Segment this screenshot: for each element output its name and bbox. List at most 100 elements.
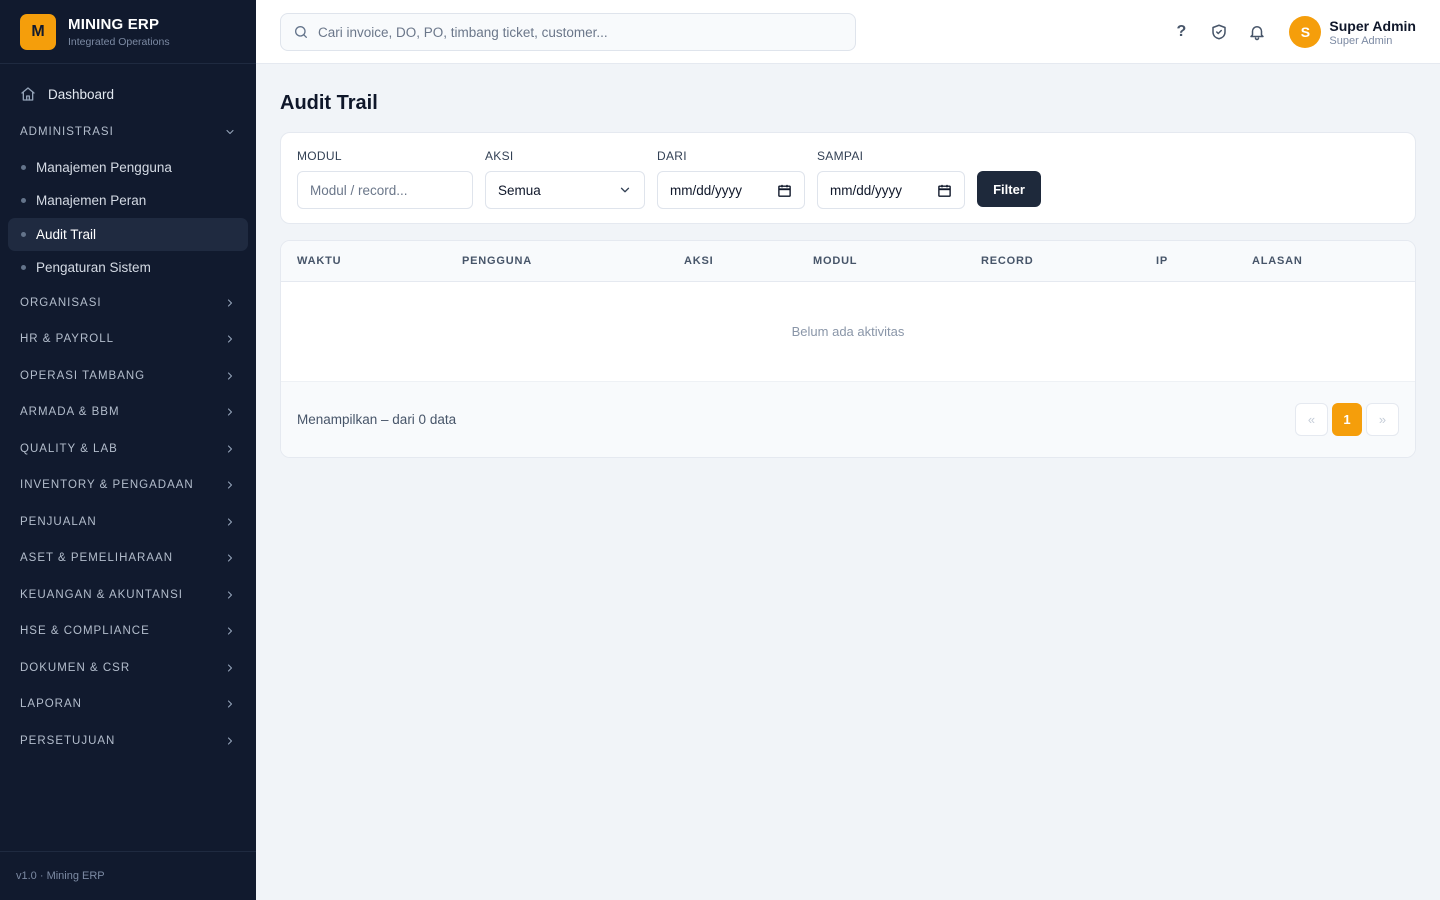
dari-date-value: mm/dd/yyyy — [670, 182, 743, 198]
user-menu[interactable]: Super Admin Super Admin — [1329, 18, 1416, 47]
chevron-right-icon — [227, 554, 233, 562]
table-header: WAKTU PENGGUNA AKSI MODUL RECORD IP ALAS… — [281, 241, 1415, 282]
avatar[interactable]: S — [1289, 16, 1322, 48]
sidebar-section-label: PERSETUJUAN — [20, 734, 116, 747]
pagination-summary: Menampilkan – dari 0 data — [297, 412, 457, 427]
column-header-waktu[interactable]: WAKTU — [297, 241, 341, 282]
chevron-right-icon — [227, 372, 233, 380]
modul-input-placeholder: Modul / record... — [310, 182, 408, 198]
sidebar-item-manajemen-pengguna[interactable]: Manajemen Pengguna — [8, 151, 248, 185]
sidebar-section-armada-bbm[interactable]: ARMADA & BBM — [8, 394, 248, 431]
security-button[interactable] — [1207, 20, 1231, 44]
page-title: Audit Trail — [280, 92, 378, 114]
chevron-right-icon — [227, 445, 233, 453]
brand[interactable]: M MINING ERP Integrated Operations — [0, 0, 256, 64]
sidebar-nav: Dashboard ADMINISTRASI Manajemen Penggun… — [0, 64, 256, 759]
filter-aksi-label: AKSI — [485, 149, 514, 163]
chevron-down-icon — [226, 130, 234, 135]
column-header-modul[interactable]: MODUL — [813, 241, 857, 282]
chevron-right-icon — [227, 591, 233, 599]
sidebar-section-administrasi[interactable]: ADMINISTRASI — [8, 114, 248, 151]
sidebar-section-label: INVENTORY & PENGADAAN — [20, 479, 194, 492]
sidebar: M MINING ERP Integrated Operations Dashb… — [0, 0, 256, 900]
search-box[interactable] — [280, 13, 856, 51]
aksi-select[interactable]: Semua — [485, 171, 645, 209]
aksi-select-value: Semua — [498, 182, 541, 198]
prev-page-button[interactable]: « — [1295, 403, 1328, 436]
filter-modul-label: MODUL — [297, 149, 342, 163]
sidebar-section-label: QUALITY & LAB — [20, 442, 118, 455]
sidebar-section-label: HSE & COMPLIANCE — [20, 625, 150, 638]
sampai-date-input[interactable]: mm/dd/yyyy — [817, 171, 965, 209]
filter-sampai-label: SAMPAI — [817, 149, 864, 163]
pagination: « 1 » — [1291, 403, 1399, 436]
sidebar-section-label: OPERASI TAMBANG — [20, 369, 146, 382]
column-header-pengguna[interactable]: PENGGUNA — [462, 241, 532, 282]
brand-title: MINING ERP — [68, 15, 160, 33]
brand-logo: M — [20, 13, 56, 50]
modul-input[interactable]: Modul / record... — [297, 171, 473, 209]
chevron-right-icon — [227, 299, 233, 307]
sidebar-item-audit-trail[interactable]: Audit Trail — [8, 217, 248, 251]
user-role: Super Admin — [1329, 34, 1393, 47]
brand-subtitle: Integrated Operations — [68, 35, 170, 48]
sidebar-section-persetujuan[interactable]: PERSETUJUAN — [8, 723, 248, 760]
sidebar-section-dokumen-csr[interactable]: DOKUMEN & CSR — [8, 650, 248, 687]
filter-sampai: SAMPAI mm/dd/yyyy — [817, 149, 965, 209]
home-icon — [21, 87, 35, 101]
bell-icon — [1250, 26, 1265, 41]
search-input[interactable] — [318, 24, 838, 40]
filter-dari: DARI mm/dd/yyyy — [657, 149, 805, 209]
sidebar-section-keuangan-akuntansi[interactable]: KEUANGAN & AKUNTANSI — [8, 577, 248, 614]
sidebar-section-penjualan[interactable]: PENJUALAN — [8, 504, 248, 541]
sidebar-item-pengaturan-sistem[interactable]: Pengaturan Sistem — [8, 251, 248, 285]
next-page-button[interactable]: » — [1366, 403, 1399, 436]
dari-date-input[interactable]: mm/dd/yyyy — [657, 171, 805, 209]
sidebar-section-quality-lab[interactable]: QUALITY & LAB — [8, 431, 248, 468]
sidebar-section-label: ORGANISASI — [20, 296, 102, 309]
column-header-record[interactable]: RECORD — [981, 241, 1033, 282]
chevron-right-icon — [227, 700, 233, 708]
sidebar-section-operasi-tambang[interactable]: OPERASI TAMBANG — [8, 358, 248, 395]
chevron-down-icon — [620, 187, 630, 193]
audit-table: WAKTU PENGGUNA AKSI MODUL RECORD IP ALAS… — [280, 240, 1416, 458]
shield-check-icon — [1212, 24, 1227, 40]
search-icon — [295, 26, 307, 38]
notifications-button[interactable] — [1245, 20, 1269, 44]
sampai-date-value: mm/dd/yyyy — [830, 182, 903, 198]
chevron-right-icon — [227, 481, 233, 489]
sidebar-section-label: ASET & PEMELIHARAAN — [20, 552, 173, 565]
sidebar-section-aset-pemeliharaan[interactable]: ASET & PEMELIHARAAN — [8, 540, 248, 577]
topbar: ? S Super Admin Super Admin — [256, 0, 1440, 64]
sidebar-section-label: KEUANGAN & AKUNTANSI — [20, 588, 183, 601]
empty-state: Belum ada aktivitas — [281, 282, 1415, 382]
sidebar-footer: v1.0 · Mining ERP — [0, 851, 256, 900]
chevron-right-icon — [227, 664, 233, 672]
chevron-right-icon — [227, 737, 233, 745]
sidebar-section-label: ARMADA & BBM — [20, 406, 120, 419]
filter-dari-label: DARI — [657, 149, 687, 163]
help-button[interactable]: ? — [1169, 20, 1193, 44]
filter-modul: MODUL Modul / record... — [297, 149, 473, 209]
sidebar-item-label: Dashboard — [48, 86, 115, 102]
filter-button[interactable]: Filter — [977, 171, 1041, 207]
sidebar-item-manajemen-peran[interactable]: Manajemen Peran — [8, 184, 248, 218]
help-icon: ? — [1176, 23, 1187, 40]
calendar-icon[interactable] — [937, 183, 952, 198]
calendar-icon[interactable] — [777, 183, 792, 198]
user-name: Super Admin — [1329, 17, 1416, 34]
sidebar-section-hr-payroll[interactable]: HR & PAYROLL — [8, 321, 248, 358]
sidebar-section-hse-compliance[interactable]: HSE & COMPLIANCE — [8, 613, 248, 650]
column-header-ip[interactable]: IP — [1156, 241, 1168, 282]
sidebar-section-organisasi[interactable]: ORGANISASI — [8, 285, 248, 322]
column-header-aksi[interactable]: AKSI — [684, 241, 713, 282]
page-1-button[interactable]: 1 — [1332, 403, 1362, 436]
sidebar-section-inventory-pengadaan[interactable]: INVENTORY & PENGADAAN — [8, 467, 248, 504]
chevron-right-icon — [227, 335, 233, 343]
sidebar-section-laporan[interactable]: LAPORAN — [8, 686, 248, 723]
sidebar-section-label: ADMINISTRASI — [20, 126, 114, 139]
column-header-alasan[interactable]: ALASAN — [1252, 241, 1303, 282]
chevron-right-icon — [227, 627, 233, 635]
sidebar-section-label: HR & PAYROLL — [20, 333, 115, 346]
sidebar-item-dashboard[interactable]: Dashboard — [8, 76, 248, 112]
